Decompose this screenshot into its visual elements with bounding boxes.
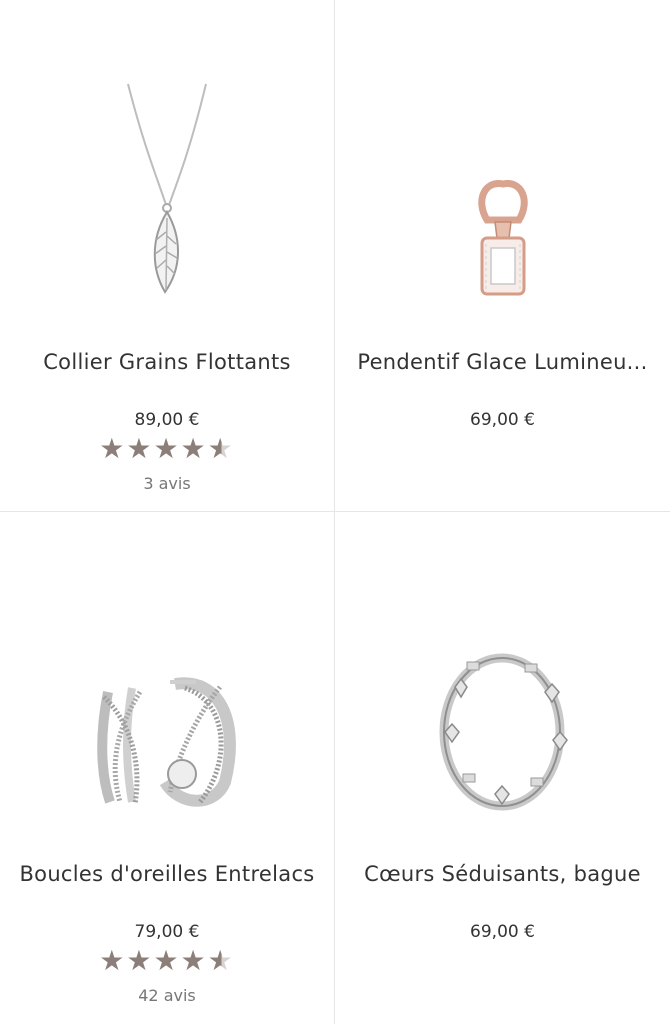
product-card-bague[interactable]: Cœurs Séduisants, bague 69,00 € — [335, 512, 670, 1024]
product-card-pendentif[interactable]: Pendentif Glace Lumineu... 69,00 € — [335, 0, 670, 512]
star-icon: ★ — [99, 432, 127, 465]
product-image-ring[interactable] — [335, 512, 670, 842]
product-image-pendant[interactable] — [335, 0, 670, 330]
product-image-necklace[interactable] — [0, 0, 335, 330]
star-icon: ★ — [126, 432, 154, 465]
product-price: 69,00 € — [470, 410, 535, 430]
review-count[interactable]: 3 avis — [0, 474, 334, 493]
product-name[interactable]: Collier Grains Flottants — [8, 350, 326, 374]
star-half-icon: ★ — [207, 432, 235, 465]
star-icon: ★ — [180, 432, 208, 465]
product-price: 89,00 € — [134, 410, 200, 430]
necklace-image — [127, 83, 207, 294]
product-name[interactable]: Cœurs Séduisants, bague — [343, 862, 662, 886]
star-icon: ★ — [180, 944, 208, 977]
product-image-earrings[interactable] — [0, 512, 335, 842]
product-card-boucles[interactable]: Boucles d'oreilles Entrelacs 79,00 € ★★★… — [0, 512, 335, 1024]
product-grid: Collier Grains Flottants 89,00 € ★★★★★ 3… — [0, 0, 672, 1024]
star-half-icon: ★ — [207, 944, 235, 977]
product-price: 69,00 € — [470, 922, 535, 942]
ring-image — [439, 653, 568, 811]
product-card-collier[interactable]: Collier Grains Flottants 89,00 € ★★★★★ 3… — [0, 0, 335, 512]
star-icon: ★ — [126, 944, 154, 977]
product-price: 79,00 € — [134, 922, 200, 942]
pendant-image — [478, 180, 528, 296]
product-name[interactable]: Pendentif Glace Lumineu... — [343, 350, 662, 374]
earrings-image — [97, 677, 236, 807]
star-icon: ★ — [99, 944, 127, 977]
star-icon: ★ — [153, 432, 181, 465]
product-name[interactable]: Boucles d'oreilles Entrelacs — [8, 862, 326, 886]
star-icon: ★ — [153, 944, 181, 977]
rating-stars: ★★★★★ — [0, 434, 334, 464]
review-count[interactable]: 42 avis — [0, 986, 334, 1005]
rating-stars: ★★★★★ — [0, 946, 334, 976]
